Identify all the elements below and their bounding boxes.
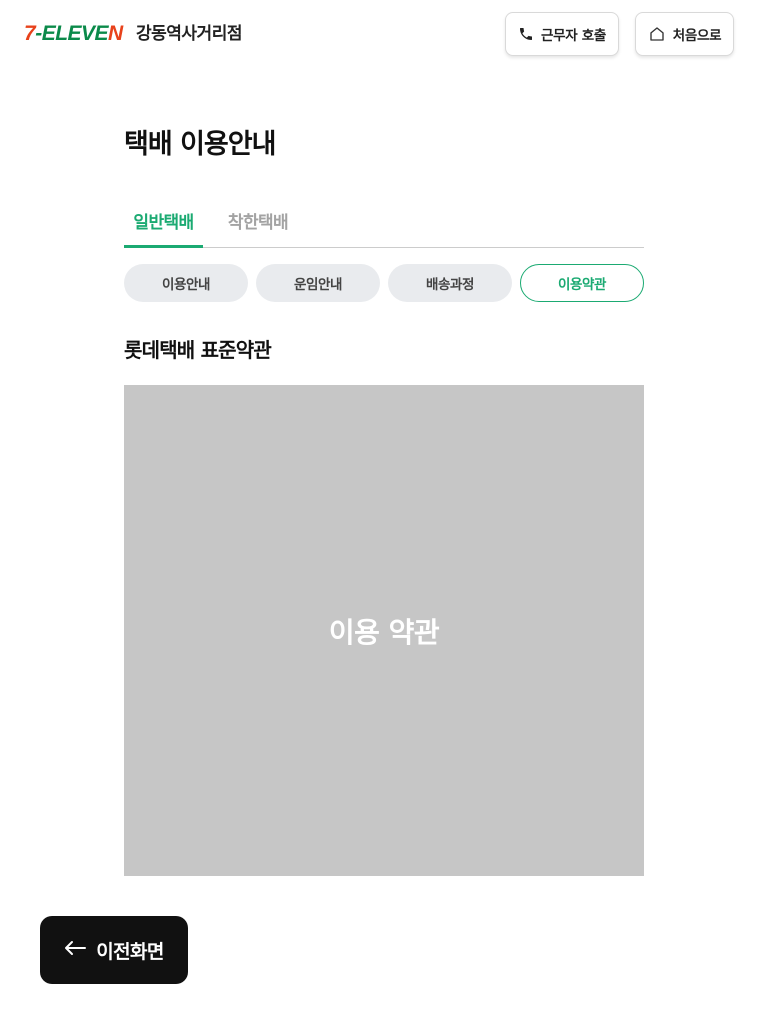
call-staff-button[interactable]: 근무자 호출: [505, 12, 619, 56]
terms-content-area[interactable]: 이용 약관: [124, 385, 644, 876]
logo-seven: 7: [24, 22, 36, 45]
section-title: 롯데택배 표준약관: [124, 338, 272, 362]
logo-n: N: [108, 22, 123, 45]
tab-general-delivery[interactable]: 일반택배: [124, 211, 203, 248]
page: 7- ELEVE N 강동역사거리점 근무자 호출 처음으로 택배 이용안내 일반택…: [0, 0, 768, 1024]
home-icon: [648, 25, 666, 43]
sub-menu-pills: 이용안내 운임안내 배송과정 이용약관: [124, 264, 644, 302]
back-button-label: 이전화면: [96, 940, 164, 963]
pill-usage-guide[interactable]: 이용안내: [124, 264, 248, 302]
tab-good-delivery[interactable]: 착한택배: [220, 211, 296, 248]
phone-icon: [518, 26, 534, 42]
delivery-type-tabs: 일반택배 착한택배: [124, 202, 644, 248]
terms-placeholder-label: 이용 약관: [328, 615, 440, 649]
call-staff-label: 근무자 호출: [541, 28, 606, 44]
pill-fare-guide[interactable]: 운임안내: [256, 264, 380, 302]
page-title: 택배 이용안내: [124, 129, 276, 160]
pill-delivery-process[interactable]: 배송과정: [388, 264, 512, 302]
home-label: 처음으로: [672, 28, 722, 44]
arrow-left-icon: [64, 939, 87, 961]
home-button[interactable]: 처음으로: [635, 12, 734, 56]
pill-terms[interactable]: 이용약관: [520, 264, 644, 302]
logo-eleve: ELEVE: [41, 22, 109, 45]
back-button[interactable]: 이전화면: [40, 916, 188, 984]
store-name: 강동역사거리점: [136, 24, 242, 44]
header: 7- ELEVE N 강동역사거리점 근무자 호출 처음으로: [0, 0, 768, 68]
seven-eleven-logo: 7- ELEVE N: [24, 23, 123, 45]
